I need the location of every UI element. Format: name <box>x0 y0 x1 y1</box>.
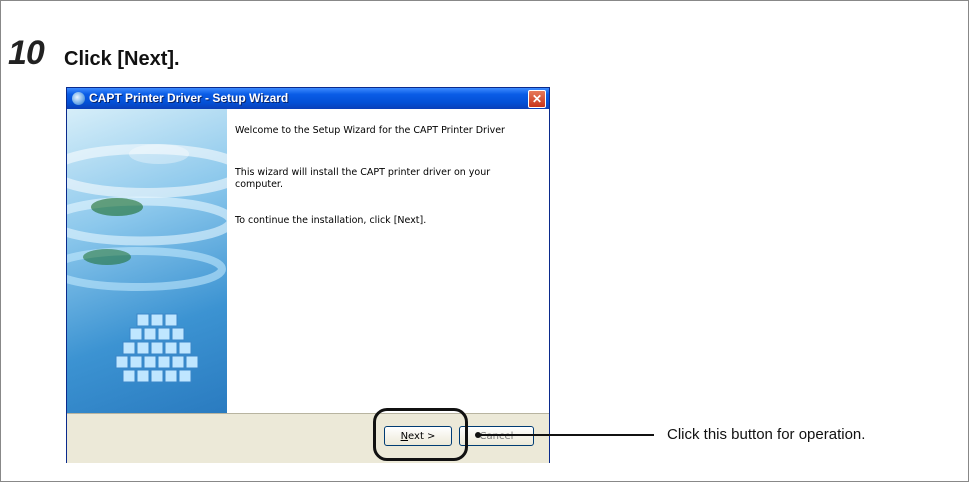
description-text: This wizard will install the CAPT printe… <box>235 167 491 190</box>
step-number: 10 <box>8 34 45 72</box>
step-title: Click [Next]. <box>64 48 180 70</box>
callout-line <box>478 434 654 436</box>
wizard-content: Welcome to the Setup Wizard for the CAPT… <box>227 109 549 413</box>
button-bar: Next > Cancel <box>67 413 549 463</box>
instruction-text: To continue the installation, click [Nex… <box>235 215 427 226</box>
callout-text: Click this button for operation. <box>667 426 866 443</box>
setup-wizard-window: CAPT Printer Driver - Setup Wizard ✕ Wel… <box>66 87 550 463</box>
cancel-button[interactable]: Cancel <box>459 426 534 446</box>
title-bar[interactable]: CAPT Printer Driver - Setup Wizard ✕ <box>67 88 549 109</box>
close-icon[interactable]: ✕ <box>528 90 546 108</box>
next-button-highlight <box>373 408 468 461</box>
window-title: CAPT Printer Driver - Setup Wizard <box>89 91 289 105</box>
setup-app-icon <box>72 92 85 105</box>
wizard-side-image <box>67 109 227 413</box>
welcome-text: Welcome to the Setup Wizard for the CAPT… <box>235 125 505 136</box>
